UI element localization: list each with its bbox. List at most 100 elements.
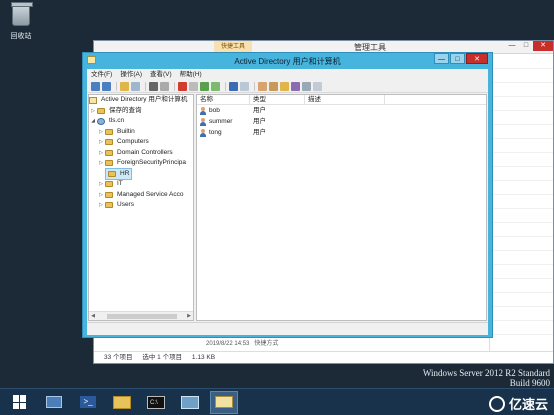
taskbar-server-manager[interactable] xyxy=(40,391,68,414)
taskbar-file-explorer[interactable] xyxy=(108,391,136,414)
new-user-icon[interactable] xyxy=(258,81,267,91)
desktop: 回收站 快捷工具 管理工具 — □ ✕ 2019/8/22 14:53 快捷方式 xyxy=(0,0,554,388)
add-to-group-icon[interactable] xyxy=(313,81,322,91)
menu-view[interactable]: 查看(V) xyxy=(150,69,172,80)
column-description[interactable]: 描述 xyxy=(305,95,385,104)
scroll-thumb[interactable] xyxy=(107,313,177,319)
aduc-minimize-button[interactable]: — xyxy=(434,53,449,64)
up-folder-icon[interactable] xyxy=(120,81,129,91)
user-icon xyxy=(200,106,206,115)
status-bar: 33 个项目 选中 1 个项目 1.13 KB xyxy=(94,351,553,363)
ou-folder-icon xyxy=(105,181,113,188)
tree-item-builtin[interactable]: ▷ Builtin xyxy=(89,127,193,138)
menu-help[interactable]: 帮助(H) xyxy=(180,69,202,80)
taskbar-aduc[interactable] xyxy=(210,390,238,414)
expand-arrow-icon[interactable]: ▷ xyxy=(97,148,105,159)
expand-arrow-icon[interactable]: ▷ xyxy=(89,106,97,117)
scroll-right-icon[interactable]: ▶ xyxy=(185,313,193,319)
domain-icon xyxy=(97,117,105,125)
expand-arrow-icon[interactable]: ▷ xyxy=(97,158,105,169)
taskbar-powershell[interactable]: >_ xyxy=(74,391,102,414)
brand-watermark: 亿速云 xyxy=(488,394,548,413)
export-icon[interactable] xyxy=(211,81,220,91)
tree-item-saved-queries[interactable]: ▷ 保存的查询 xyxy=(89,106,193,117)
aduc-taskbar-icon xyxy=(215,396,233,408)
filter-icon[interactable] xyxy=(291,81,300,91)
list-item[interactable]: summer 用户 xyxy=(197,116,486,127)
close-button[interactable]: ✕ xyxy=(533,41,553,51)
find-icon[interactable] xyxy=(302,81,311,91)
recycle-bin[interactable]: 回收站 xyxy=(4,2,38,44)
file-row-partial[interactable]: 2019/8/22 14:53 快捷方式 xyxy=(206,338,278,347)
minimize-button[interactable]: — xyxy=(505,41,519,51)
aduc-titlebar[interactable]: Active Directory 用户和计算机 — □ ✕ xyxy=(83,53,492,69)
menu-bar: 文件(F) 操作(A) 查看(V) 帮助(H) xyxy=(87,69,488,80)
taskbar-network[interactable] xyxy=(176,391,204,414)
cmd-icon: C:\ xyxy=(147,395,165,409)
new-group-icon[interactable] xyxy=(269,81,278,91)
folder-icon xyxy=(105,149,113,156)
back-icon[interactable] xyxy=(91,81,100,91)
selected-size: 1.13 KB xyxy=(191,354,216,361)
expand-arrow-icon[interactable]: ▷ xyxy=(97,137,105,148)
results-list: 名称 类型 描述 bob 用户 summer 用户 tong 用户 xyxy=(196,94,487,321)
forward-icon[interactable] xyxy=(102,81,111,91)
scroll-left-icon[interactable]: ◀ xyxy=(89,313,97,319)
expand-arrow-icon[interactable]: ▷ xyxy=(97,200,105,211)
brand-logo-icon xyxy=(488,395,505,412)
collapse-arrow-icon[interactable]: ◢ xyxy=(89,116,97,127)
recycle-bin-icon xyxy=(11,2,33,26)
column-name[interactable]: 名称 xyxy=(197,95,250,104)
user-icon xyxy=(200,117,206,126)
menu-action[interactable]: 操作(A) xyxy=(120,69,142,80)
tree-horizontal-scrollbar[interactable]: ◀ ▶ xyxy=(89,311,193,320)
expand-arrow-icon[interactable]: ▷ xyxy=(97,190,105,201)
windows-logo-icon xyxy=(13,395,27,409)
start-button[interactable] xyxy=(6,391,34,414)
os-watermark: Windows Server 2012 R2 Standard Build 96… xyxy=(423,368,550,388)
column-type[interactable]: 类型 xyxy=(250,95,305,104)
tree-item-users[interactable]: ▷ Users xyxy=(89,200,193,211)
item-count: 33 个项目 xyxy=(104,354,133,361)
properties-icon[interactable] xyxy=(189,81,198,91)
aduc-window: Active Directory 用户和计算机 — □ ✕ 文件(F) 操作(A… xyxy=(82,52,493,338)
taskbar: >_ C:\ 亿速云 xyxy=(0,388,554,415)
list-item[interactable]: bob 用户 xyxy=(197,105,486,116)
tree-item-hr[interactable]: HR xyxy=(89,167,193,180)
aduc-status-bar xyxy=(87,322,488,335)
refresh-icon[interactable] xyxy=(200,81,209,91)
aduc-title: Active Directory 用户和计算机 xyxy=(234,57,341,66)
tree-item-domain-controllers[interactable]: ▷ Domain Controllers xyxy=(89,148,193,159)
delete-icon[interactable] xyxy=(178,81,187,91)
menu-file[interactable]: 文件(F) xyxy=(91,69,112,80)
selected-count: 选中 1 个项目 xyxy=(142,354,183,361)
file-explorer-icon xyxy=(113,395,131,409)
list-header: 名称 类型 描述 xyxy=(197,95,486,105)
ou-folder-icon xyxy=(108,170,116,177)
copy-icon[interactable] xyxy=(160,81,169,91)
maximize-button[interactable]: □ xyxy=(519,41,533,51)
powershell-icon: >_ xyxy=(80,396,96,408)
cut-icon[interactable] xyxy=(149,81,158,91)
expand-arrow-icon[interactable]: ▷ xyxy=(97,127,105,138)
show-tree-icon[interactable] xyxy=(131,81,140,91)
toolbar xyxy=(87,80,488,93)
tree-item-root[interactable]: Active Directory 用户和计算机 xyxy=(89,95,193,106)
details-pane xyxy=(489,55,553,360)
folder-icon xyxy=(105,160,113,167)
network-icon xyxy=(181,395,199,409)
tree-item-it[interactable]: ▷ IT xyxy=(89,179,193,190)
tree-item-domain[interactable]: ◢ tls.cn xyxy=(89,116,193,127)
expand-arrow-icon[interactable]: ▷ xyxy=(97,179,105,190)
new-ou-icon[interactable] xyxy=(280,81,289,91)
aduc-maximize-button[interactable]: □ xyxy=(450,53,465,64)
taskbar-cmd[interactable]: C:\ xyxy=(142,391,170,414)
tree-item-computers[interactable]: ▷ Computers xyxy=(89,137,193,148)
help-icon[interactable] xyxy=(229,81,238,91)
tree-item-managed-service-accounts[interactable]: ▷ Managed Service Acco xyxy=(89,190,193,201)
recycle-bin-label: 回收站 xyxy=(10,33,32,40)
aduc-close-button[interactable]: ✕ xyxy=(466,53,488,64)
user-icon xyxy=(200,128,206,137)
list-item[interactable]: tong 用户 xyxy=(197,127,486,138)
view-icon[interactable] xyxy=(240,81,249,91)
